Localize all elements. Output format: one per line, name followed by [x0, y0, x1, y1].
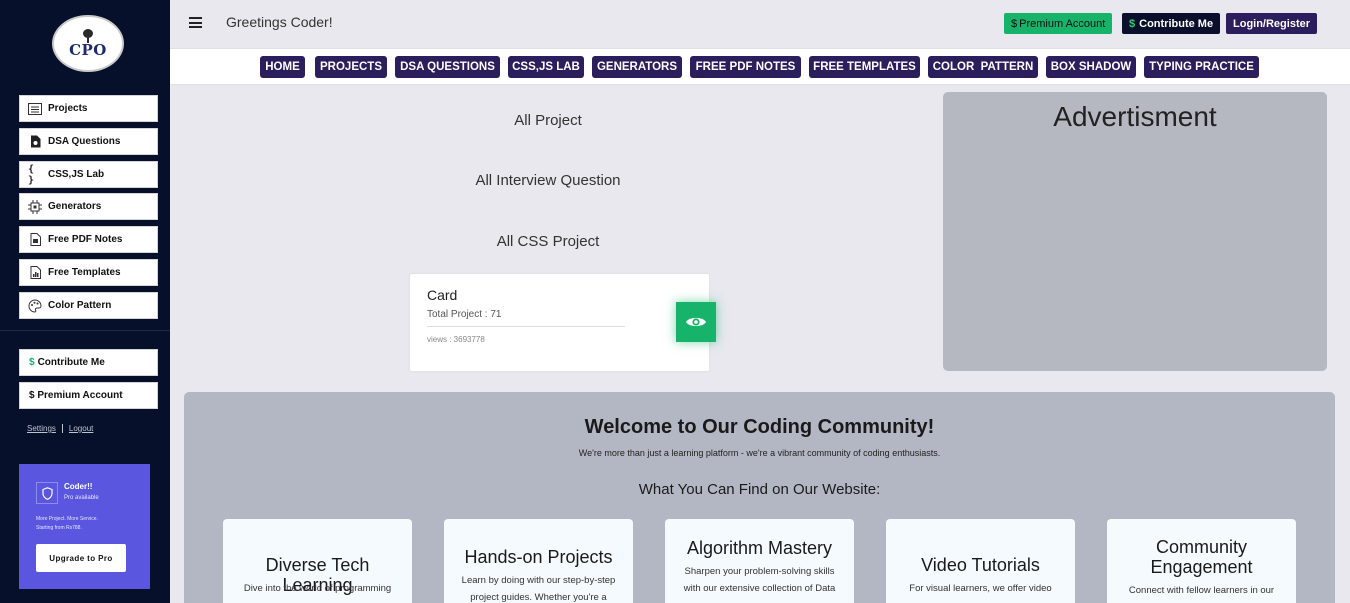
nav-cssjs-lab[interactable]: CSS,JS LAB — [508, 56, 584, 78]
upgrade-promo-card: Coder!! Pro available More Project. More… — [19, 464, 150, 589]
palette-icon — [28, 298, 42, 313]
project-stats-card: Card Total Project : 71 views : 3693778 — [410, 274, 709, 371]
nav-box-shadow[interactable]: BOX SHADOW — [1046, 56, 1136, 78]
nav-generators[interactable]: GENERATORS — [592, 56, 682, 78]
promo-description: More Project. More Service. Starting fro… — [36, 515, 146, 533]
sidebar-item-free-pdf-notes[interactable]: Free PDF Notes — [19, 226, 158, 253]
sidebar-item-generators[interactable]: Generators — [19, 193, 158, 220]
sidebar-item-label: Generators — [48, 201, 102, 212]
sidebar-premium-button[interactable]: $ Premium Account — [19, 382, 158, 409]
nav-home[interactable]: HOME — [260, 56, 305, 78]
upgrade-to-pro-button[interactable]: Upgrade to Pro — [36, 544, 126, 572]
hamburger-menu-icon[interactable] — [189, 17, 202, 28]
sidebar-item-label: CSS,JS Lab — [48, 169, 105, 180]
promo-subtitle: Pro available — [64, 495, 99, 501]
feature-description: Connect with fellow learners in our — [1128, 585, 1275, 596]
premium-account-label: Premium Account — [1019, 17, 1106, 30]
cpo-logo[interactable]: CPO — [52, 15, 124, 72]
total-project-count: Total Project : 71 — [427, 309, 502, 320]
advertisement-title: Advertisment — [1053, 101, 1217, 132]
feature-title: Algorithm Mastery — [686, 538, 833, 558]
top-nav: HOME PROJECTS DSA QUESTIONS CSS,JS LAB G… — [170, 48, 1350, 85]
feature-card-algorithm-mastery: Algorithm Mastery Sharpen your problem-s… — [665, 519, 854, 603]
nav-projects[interactable]: PROJECTS — [315, 56, 387, 78]
sidebar-item-label: Contribute Me — [37, 357, 105, 368]
view-eye-button[interactable] — [676, 302, 716, 342]
logout-link[interactable]: Logout — [69, 424, 93, 433]
feature-description: Learn by doing with our step-by-step pro… — [454, 572, 623, 603]
eye-icon — [686, 317, 706, 327]
nav-free-templates[interactable]: FREE TEMPLATES — [809, 56, 920, 78]
card-divider — [427, 326, 625, 327]
feature-desc-line: with our extensive collection of Data — [683, 583, 836, 594]
community-subtitle: We're more than just a learning platform… — [578, 448, 941, 458]
sidebar-contribute-button[interactable]: $ Contribute Me — [19, 349, 158, 376]
sidebar-item-label: Color Pattern — [48, 300, 112, 311]
sidebar-item-label: Projects — [48, 103, 88, 114]
sidebar-divider — [0, 330, 170, 331]
feature-card-video-tutorials: Video Tutorials For visual learners, we … — [886, 519, 1075, 603]
contribute-me-label: Contribute Me — [1139, 17, 1214, 30]
find-on-website-title: What You Can Find on Our Website: — [638, 481, 881, 498]
community-section: Welcome to Our Coding Community! We're m… — [184, 392, 1335, 603]
settings-link[interactable]: Settings — [27, 424, 56, 433]
sidebar-item-label: Free Templates — [48, 267, 121, 278]
pdf-icon — [28, 233, 42, 247]
feature-desc-line: Learn by doing with our step-by-step — [461, 575, 616, 586]
sidebar-item-cssjs-lab[interactable]: { } CSS,JS Lab — [19, 161, 158, 188]
nav-dsa-questions[interactable]: DSA QUESTIONS — [395, 56, 500, 78]
dollar-icon: $ — [29, 357, 35, 368]
sidebar-item-label: Free PDF Notes — [48, 234, 123, 245]
sidebar-item-projects[interactable]: Projects — [19, 95, 158, 122]
braces-icon: { } — [28, 163, 35, 186]
card-title: Card — [427, 287, 458, 303]
contribute-me-button[interactable]: $ Contribute Me — [1122, 13, 1221, 34]
feature-title: Video Tutorials — [921, 555, 1040, 575]
sidebar-item-dsa-questions[interactable]: DSA Questions — [19, 128, 158, 155]
dollar-icon: $ — [1129, 17, 1136, 30]
feature-card-hands-on-projects: Hands-on Projects Learn by doing with ou… — [444, 519, 633, 603]
all-project-link[interactable]: All Project — [398, 112, 698, 129]
feature-description: Sharpen your problem-solving skills with… — [675, 563, 844, 597]
file-icon — [28, 135, 42, 149]
chip-icon — [28, 199, 42, 214]
sidebar-item-label: $ Premium Account — [29, 390, 123, 401]
sidebar-item-label: DSA Questions — [48, 136, 121, 147]
all-interview-question-link[interactable]: All Interview Question — [398, 172, 698, 189]
sidebar: CPO Projects DSA Questions { } CSS,JS La… — [0, 0, 170, 603]
feature-description: Dive into the world of programming — [243, 583, 392, 594]
feature-desc-line: project guides. Whether you're a — [470, 592, 607, 603]
nav-free-pdf-notes[interactable]: FREE PDF NOTES — [690, 56, 801, 78]
feature-card-community-engagement: Community Engagement Connect with fellow… — [1107, 519, 1296, 603]
shield-icon — [36, 482, 58, 504]
tree-icon — [81, 29, 95, 43]
link-separator — [61, 424, 63, 433]
promo-desc-line: Starting from Rs788. — [36, 525, 82, 531]
sidebar-links: Settings Logout — [27, 424, 93, 433]
nav-typing-practice[interactable]: TYPING PRACTICE — [1144, 56, 1259, 78]
feature-card-diverse-tech-learning: Diverse Tech Learning Dive into the worl… — [223, 519, 412, 603]
template-icon — [28, 266, 42, 280]
feature-desc-line: Sharpen your problem-solving skills — [684, 566, 835, 577]
dollar-icon: $ — [1011, 17, 1018, 30]
premium-account-button[interactable]: $ Premium Account — [1004, 13, 1113, 34]
login-register-button[interactable]: Login/Register — [1226, 13, 1318, 34]
feature-description: For visual learners, we offer video — [909, 583, 1052, 594]
promo-title: Coder!! — [64, 482, 93, 491]
list-icon — [28, 102, 42, 116]
greeting-text: Greetings Coder! — [226, 14, 333, 30]
sidebar-item-color-pattern[interactable]: Color Pattern — [19, 292, 158, 319]
feature-title: Community Engagement — [1150, 537, 1253, 577]
nav-color-pattern[interactable]: COLOR PATTERN — [928, 56, 1038, 78]
community-title: Welcome to Our Coding Community! — [584, 416, 935, 438]
all-css-project-link[interactable]: All CSS Project — [398, 233, 698, 250]
sidebar-item-free-templates[interactable]: Free Templates — [19, 259, 158, 286]
feature-title: Hands-on Projects — [464, 547, 613, 567]
advertisement-box: Advertisment — [943, 92, 1327, 371]
views-count: views : 3693778 — [427, 335, 485, 344]
logo-text: CPO — [69, 41, 107, 59]
promo-desc-line: More Project. More Service. — [36, 516, 98, 522]
